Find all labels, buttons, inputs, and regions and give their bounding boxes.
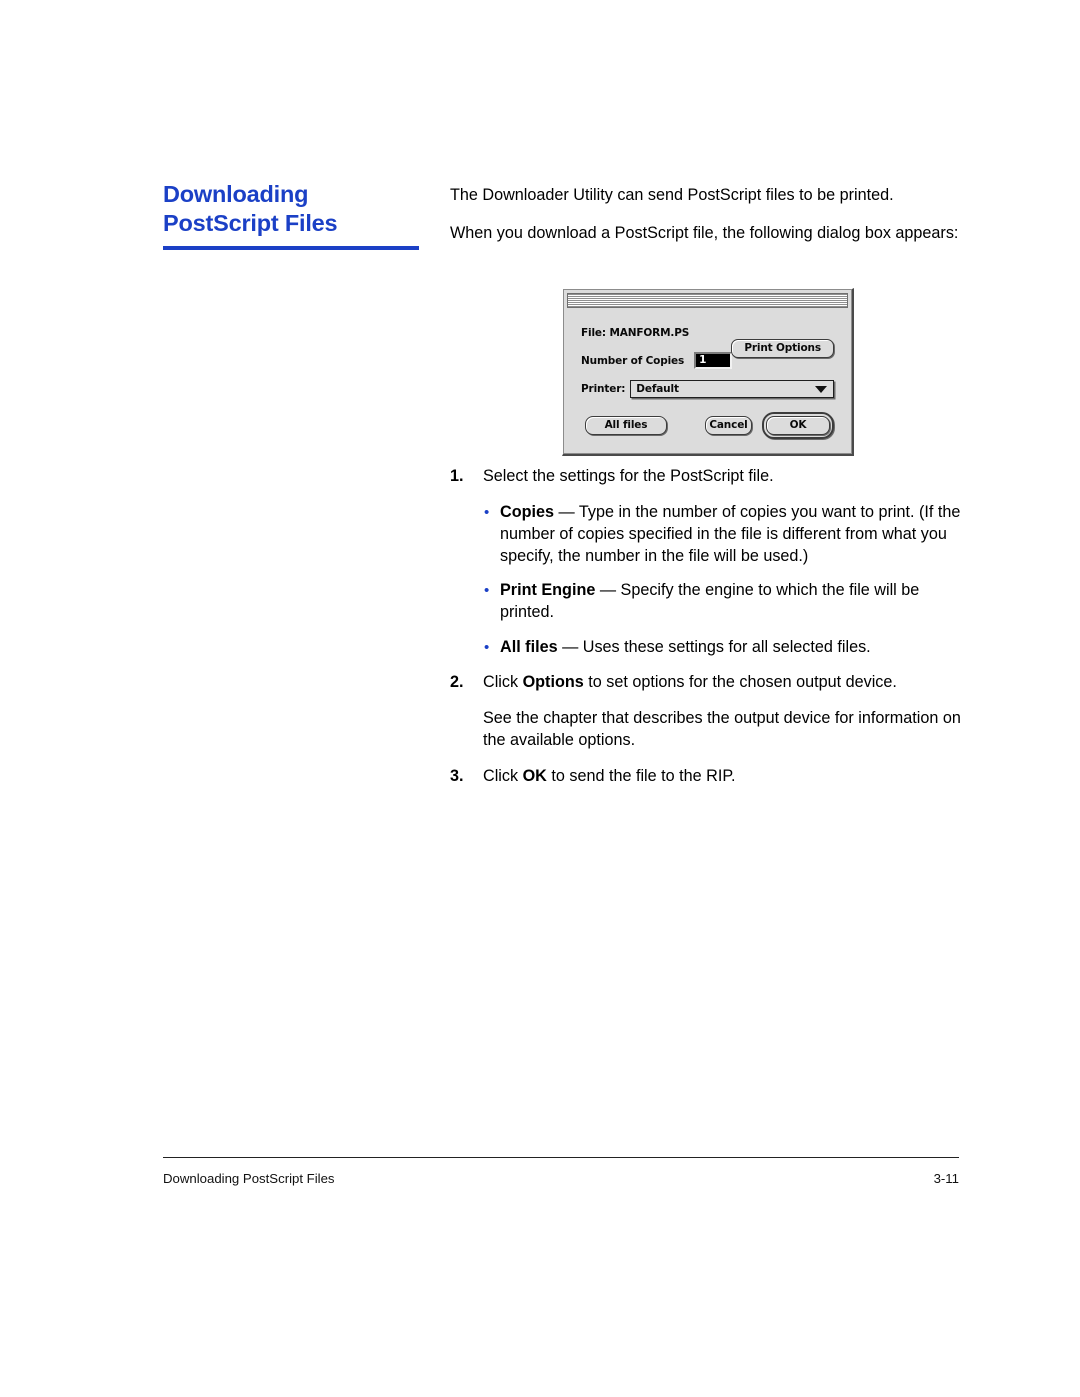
step-2: 2. Click Options to set options for the …	[450, 672, 970, 694]
bullet-all-files-term: All files	[500, 638, 558, 657]
bullet-copies-text: Copies — Type in the number of copies yo…	[500, 502, 970, 568]
footer-section-label: Downloading PostScript Files	[163, 1171, 335, 1186]
step-3-suffix: to send the file to the RIP.	[546, 766, 736, 785]
download-dialog: File: MANFORM.PS Number of Copies 1 Prin…	[562, 288, 854, 456]
step-3-number: 3.	[450, 766, 464, 785]
bullet-marker-icon: •	[484, 582, 490, 600]
chevron-down-icon	[815, 385, 827, 393]
step-2-bold: Options	[522, 673, 584, 692]
print-options-button[interactable]: Print Options	[731, 339, 834, 358]
page-footer: Downloading PostScript Files 3-11	[163, 1157, 959, 1186]
dialog-titlebar[interactable]	[567, 293, 848, 308]
intro-paragraph-2: When you download a PostScript file, the…	[450, 223, 959, 242]
intro-paragraph-1: The Downloader Utility can send PostScri…	[450, 186, 894, 204]
bullet-copies-dash: —	[553, 502, 579, 521]
copies-label: Number of Copies	[581, 354, 685, 367]
step-3-bold: OK	[522, 766, 547, 785]
bullet-all-files-dash: —	[557, 638, 583, 657]
dialog-button-row: All files Cancel OK	[581, 412, 834, 439]
dialog-copies-row: Number of Copies 1 Print Options	[581, 339, 834, 369]
footer-rule	[163, 1157, 959, 1158]
bullet-copies-term: Copies	[500, 502, 554, 521]
page-title: Downloading PostScript Files	[163, 180, 421, 237]
step-3-prefix: Click	[483, 766, 523, 785]
instruction-list: 1. Select the settings for the PostScrip…	[450, 466, 970, 801]
printer-select[interactable]: Default	[630, 380, 834, 398]
copies-input[interactable]: 1	[694, 352, 733, 369]
step-3-text: Click OK to send the file to the RIP.	[483, 766, 970, 788]
footer-page-number: 3-11	[933, 1171, 959, 1186]
document-page: Downloading PostScript Files The Downloa…	[0, 0, 1080, 1397]
bullet-marker-icon: •	[484, 503, 490, 521]
bullet-marker-icon: •	[484, 639, 490, 657]
step-1-number: 1.	[450, 467, 464, 485]
step-1-text: Select the settings for the PostScript f…	[483, 467, 774, 485]
ok-button-default-ring: OK	[762, 412, 834, 439]
heading-rule	[163, 246, 419, 251]
dialog-body: File: MANFORM.PS Number of Copies 1 Prin…	[567, 314, 848, 448]
ok-button[interactable]: OK	[766, 416, 830, 435]
step-2-note: See the chapter that describes the outpu…	[483, 708, 961, 749]
dialog-file-label: File: MANFORM.PS	[581, 327, 690, 339]
page-title-line-1: Downloading	[163, 181, 309, 207]
step-2-number: 2.	[450, 673, 464, 692]
step-2-text: Click Options to set options for the cho…	[483, 672, 970, 694]
bullet-copies: • Copies — Type in the number of copies …	[450, 502, 970, 568]
printer-select-value: Default	[636, 383, 679, 395]
dialog-inner-frame: File: MANFORM.PS Number of Copies 1 Prin…	[563, 289, 852, 454]
bullet-print-engine-dash: —	[595, 581, 621, 600]
page-title-line-2: PostScript Files	[163, 209, 338, 236]
bullet-all-files-description: Uses these settings for all selected fil…	[582, 638, 871, 657]
step-3: 3. Click OK to send the file to the RIP.	[450, 766, 970, 788]
section-heading: Downloading PostScript Files	[163, 180, 421, 251]
bullet-all-files: • All files — Uses these settings for al…	[450, 637, 970, 659]
bullet-all-files-text: All files — Uses these settings for all …	[500, 637, 970, 659]
all-files-button[interactable]: All files	[585, 416, 667, 435]
step-2-suffix: to set options for the chosen output dev…	[583, 673, 897, 692]
step-1: 1. Select the settings for the PostScrip…	[450, 466, 970, 488]
printer-label: Printer:	[581, 383, 626, 395]
cancel-button[interactable]: Cancel	[704, 416, 752, 435]
footer-row: Downloading PostScript Files 3-11	[163, 1171, 959, 1186]
bullet-print-engine-term: Print Engine	[500, 581, 596, 600]
intro-block: The Downloader Utility can send PostScri…	[450, 185, 970, 245]
dialog-illustration: File: MANFORM.PS Number of Copies 1 Prin…	[562, 288, 854, 456]
step-2-prefix: Click	[483, 673, 523, 692]
bullet-print-engine: • Print Engine — Specify the engine to w…	[450, 580, 970, 624]
copies-input-value: 1	[699, 354, 707, 367]
bullet-print-engine-text: Print Engine — Specify the engine to whi…	[500, 580, 970, 624]
dialog-printer-row: Printer: Default	[581, 380, 834, 398]
